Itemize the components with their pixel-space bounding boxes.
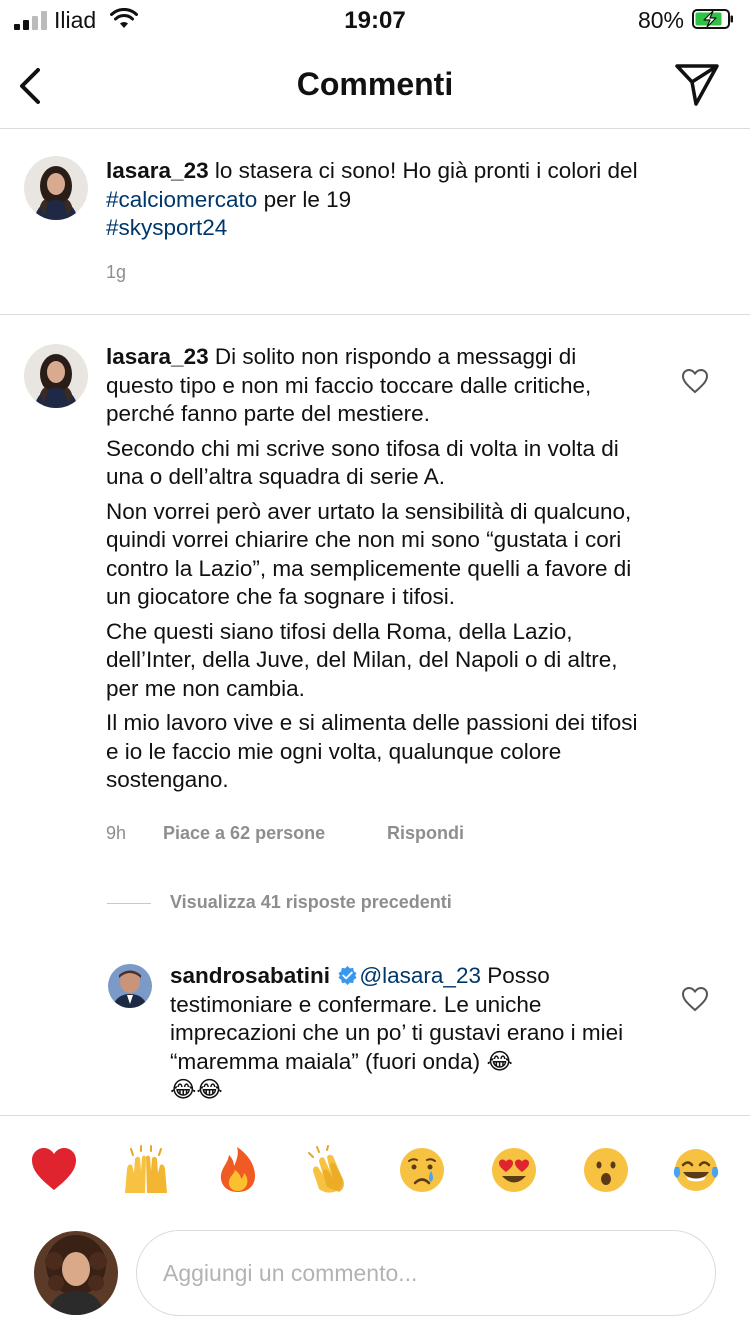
red-heart-icon[interactable] xyxy=(26,1142,82,1198)
divider xyxy=(0,314,750,315)
surprised-face-icon[interactable] xyxy=(578,1142,634,1198)
avatar[interactable] xyxy=(24,344,88,408)
status-bar: Iliad 19:07 80% xyxy=(0,0,750,44)
comment-paragraph: Che questi siano tifosi della Roma, dell… xyxy=(106,618,618,701)
reply-username[interactable]: sandrosabatini xyxy=(170,963,330,988)
caption-body-continued: per le 19 xyxy=(257,186,352,212)
avatar[interactable] xyxy=(108,964,152,1008)
comment-paragraph: Secondo chi mi scrive sono tifosa di vol… xyxy=(106,435,619,490)
heart-eyes-icon[interactable] xyxy=(486,1142,542,1198)
reply-emoji: 😂 xyxy=(486,1048,513,1075)
comment-username[interactable]: lasara_23 xyxy=(106,344,209,369)
paper-plane-icon[interactable] xyxy=(674,62,720,108)
comment-timestamp: 9h xyxy=(106,823,127,843)
caption-timestamp: 1g xyxy=(106,262,127,282)
like-heart-icon[interactable] xyxy=(681,986,709,1012)
reply-button[interactable]: Rispondi xyxy=(387,823,464,844)
like-heart-icon[interactable] xyxy=(681,368,709,394)
likes-count-link[interactable]: Piace a 62 persone xyxy=(163,823,325,844)
hashtag-link[interactable]: #skysport24 xyxy=(106,215,227,240)
fire-icon[interactable] xyxy=(210,1142,266,1198)
battery-charging-icon xyxy=(692,9,733,29)
caption-text: lasara_23 lo stasera ci sono! Ho già pro… xyxy=(106,157,726,249)
raised-hands-icon[interactable] xyxy=(118,1142,174,1198)
comment-username[interactable]: lasara_23 xyxy=(106,158,209,183)
comment-input[interactable] xyxy=(136,1230,716,1316)
hashtag-link[interactable]: #calciomercato xyxy=(106,187,257,212)
caption-body: lo stasera ci sono! Ho già pronti i colo… xyxy=(208,158,638,183)
replies-line xyxy=(107,903,151,904)
verified-badge-icon xyxy=(338,965,357,986)
view-replies-button[interactable]: Visualizza 41 risposte precedenti xyxy=(107,890,607,918)
page-title: Commenti xyxy=(296,66,454,102)
reply-text: sandrosabatini @lasara_23 Posso testimon… xyxy=(170,962,650,1111)
avatar xyxy=(34,1231,118,1315)
comment-composer xyxy=(0,1220,750,1334)
comment-text: lasara_23 Di solito non rispondo a messa… xyxy=(106,343,646,801)
crying-face-icon[interactable] xyxy=(394,1142,450,1198)
tears-of-joy-icon[interactable] xyxy=(668,1142,724,1198)
view-replies-label: Visualizza 41 risposte precedenti xyxy=(170,892,452,912)
avatar[interactable] xyxy=(24,156,88,220)
reply-emoji: 😂😂 xyxy=(170,1077,223,1103)
clapping-hands-icon[interactable] xyxy=(302,1142,358,1198)
mention-link[interactable]: @lasara_23 xyxy=(359,963,481,988)
quick-reactions-bar xyxy=(0,1115,750,1221)
comment-actions: 9h Piace a 62 persone Rispondi xyxy=(106,823,606,844)
comment-paragraph: Non vorrei però aver urtato la sensibili… xyxy=(106,498,632,610)
comments-header: Commenti xyxy=(0,44,750,129)
battery-percentage: 80% xyxy=(637,7,684,33)
comment-paragraph: Il mio lavoro vive e si alimenta delle p… xyxy=(106,710,638,792)
